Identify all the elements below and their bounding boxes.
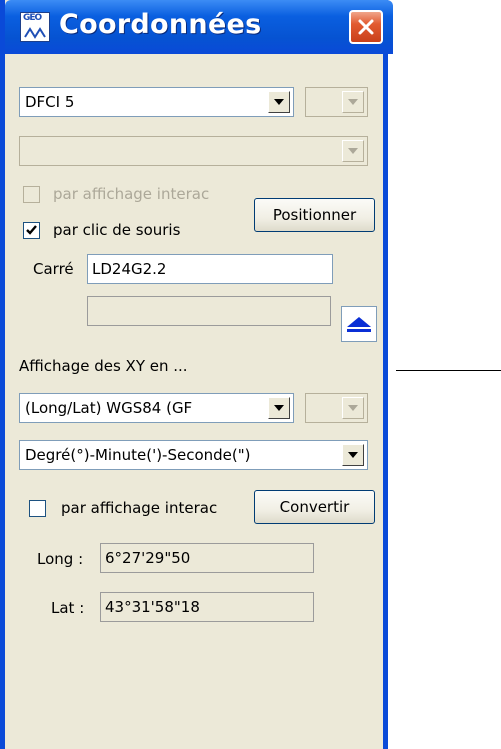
secondary-dropdown-button[interactable] (342, 140, 364, 162)
checkmark-icon (26, 225, 37, 235)
secondary-field (87, 296, 331, 326)
square-input[interactable]: LD24G2.2 (87, 254, 333, 284)
chevron-down-icon (348, 148, 358, 154)
title-bar[interactable]: GEO Coordonnées (5, 0, 393, 54)
interactive-display-checkbox[interactable] (23, 186, 40, 203)
projection-value: (Long/Lat) WGS84 (GF (25, 399, 193, 417)
grid-system-value: DFCI 5 (25, 93, 75, 111)
format-select[interactable]: Degré(°)-Minute(')-Seconde(") (19, 440, 368, 470)
secondary-select[interactable] (19, 136, 368, 166)
chevron-down-icon (274, 99, 284, 105)
globe-grid-icon (24, 27, 46, 39)
close-icon (358, 19, 374, 35)
xy-section-heading: Affichage des XY en ... (19, 357, 188, 375)
geo-app-icon: GEO (20, 12, 50, 42)
long-label: Long : (37, 550, 84, 568)
format-dropdown-button[interactable] (342, 444, 364, 466)
lat-value-field: 43°31'58"18 (100, 592, 314, 622)
chevron-down-icon (348, 99, 358, 105)
app-icon-label: GEO (23, 13, 42, 23)
format-value: Degré(°)-Minute(')-Seconde(") (25, 446, 251, 464)
projection-subselect-dropdown-button[interactable] (342, 397, 364, 419)
coordinates-window: GEO Coordonnées DFCI 5 par affichage int… (0, 0, 393, 749)
triangle-up-icon (347, 317, 371, 332)
grid-subsystem-dropdown-button[interactable] (342, 91, 364, 113)
xy-interactive-label: par affichage interac (61, 499, 218, 517)
square-label: Carré (33, 260, 74, 278)
window-title: Coordonnées (59, 9, 262, 40)
lat-label: Lat : (51, 599, 85, 617)
grid-subsystem-select[interactable] (305, 87, 368, 117)
mouse-click-label: par clic de souris (53, 221, 181, 239)
chevron-down-icon (274, 405, 284, 411)
chevron-down-icon (348, 405, 358, 411)
projection-dropdown-button[interactable] (268, 397, 290, 419)
projection-subselect[interactable] (305, 393, 368, 423)
convert-button[interactable]: Convertir (254, 490, 375, 524)
projection-select[interactable]: (Long/Lat) WGS84 (GF (19, 393, 294, 423)
xy-interactive-checkbox[interactable] (29, 500, 46, 517)
interactive-display-label: par affichage interac (53, 185, 210, 203)
grid-system-select[interactable]: DFCI 5 (19, 87, 294, 117)
close-button[interactable] (349, 10, 383, 44)
mouse-click-checkbox[interactable] (23, 222, 40, 239)
collapse-button[interactable] (341, 306, 377, 342)
grid-system-dropdown-button[interactable] (268, 91, 290, 113)
chevron-down-icon (348, 452, 358, 458)
long-value-field: 6°27'29"50 (100, 543, 314, 573)
position-button[interactable]: Positionner (254, 198, 375, 232)
separator-line (396, 370, 501, 371)
